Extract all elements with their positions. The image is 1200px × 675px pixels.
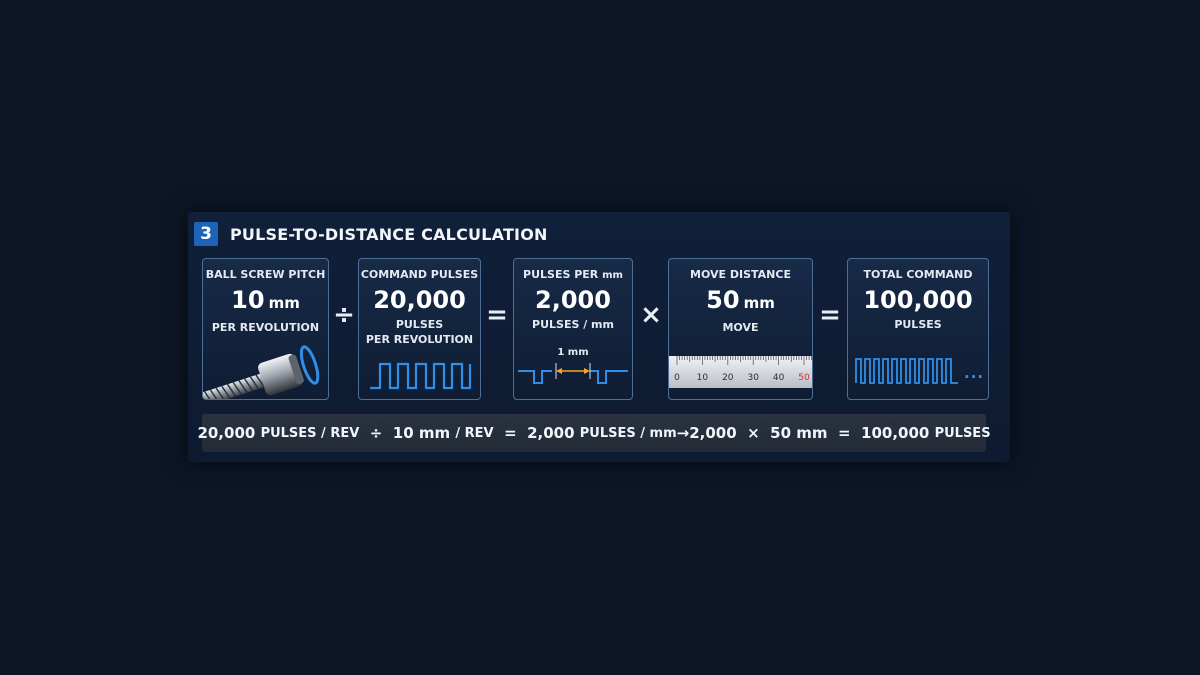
command-pulses-value: 20,000 [373,286,466,314]
formula-d: 2,000 [689,424,737,442]
ppm-label-main: PULSES PER [523,268,599,281]
formula-f: 100,000 [861,424,930,442]
move-distance-card: MOVE DISTANCE 50 mm MOVE 0 10 20 30 40 50 [668,258,813,400]
formula-b: 10 mm [392,424,451,442]
total-command-card: TOTAL COMMAND 100,000 PULSES ... [847,258,989,400]
formula-multiply: × [747,424,760,442]
ball-screw-pitch-label: BALL SCREW PITCH [205,268,326,281]
formula-equals-2: = [837,424,851,442]
formula-arrow: → [676,424,690,442]
ball-screw-pitch-sub: PER REVOLUTION [211,321,320,334]
ruler-label: 30 [747,373,759,383]
pulses-per-mm-card: PULSES PER mm 2,000 PULSES / mm 1 mm [513,258,633,400]
formula-a: 20,000 [197,424,256,442]
calculation-panel: 3 PULSE-TO-DISTANCE CALCULATION BALL SCR… [188,212,1010,462]
formula-divide: ÷ [369,424,383,442]
ruler-label: 0 [674,373,680,383]
pulse-train-icon [370,362,472,390]
total-command-label: TOTAL COMMAND [863,268,973,281]
command-pulses-sub-2: PER REVOLUTION [365,333,474,346]
formula-bar: 20,000 PULSES / REV ÷ 10 mm / REV = 2,00… [197,414,991,452]
move-distance-label: MOVE DISTANCE [690,268,791,281]
ruler-label: 50 [798,373,810,383]
command-pulses-card: COMMAND PULSES 20,000 PULSES PER REVOLUT… [358,258,481,400]
pulse-ellipsis: ... [964,364,985,382]
move-number: 50 [706,286,740,314]
pitch-unit: mm [268,294,300,312]
equals-operator-1: = [486,300,508,330]
ball-screw-icon [203,345,320,399]
ball-screw-pitch-value: 10 mm [203,286,328,317]
ruler-icon: 0 10 20 30 40 50 [669,356,812,388]
move-unit: mm [743,294,775,312]
command-pulses-label: COMMAND PULSES [360,268,479,281]
total-command-sub: PULSES [894,318,942,331]
move-distance-sub: MOVE [722,321,759,334]
equals-operator-2: = [819,300,841,330]
total-command-value: 100,000 [863,286,973,314]
formula-c: 2,000 [527,424,575,442]
command-pulses-sub-1: PULSES [395,318,444,331]
section-title: PULSE-TO-DISTANCE CALCULATION [230,224,548,244]
formula-f-unit: PULSES [934,425,991,441]
ruler-label: 40 [773,373,785,383]
move-distance-value: 50 mm [669,286,812,317]
step-number-badge: 3 [194,222,218,246]
formula-c-unit: PULSES / mm [579,425,677,441]
ppm-label-unit: mm [602,270,623,281]
formula-a-unit: PULSES / REV [260,425,360,441]
formula-equals-1: = [504,424,517,442]
multiply-operator: × [640,300,662,330]
pulse-spacing-icon [518,363,628,384]
formula-e: 50 mm [770,424,828,442]
pulses-per-mm-label: PULSES PER mm [514,268,632,281]
dense-pulse-train-icon [855,358,958,384]
dimension-label: 1 mm [557,347,589,358]
pulses-per-mm-value: 2,000 [535,286,611,314]
divide-operator: ÷ [333,300,355,330]
ball-screw-pitch-card: BALL SCREW PITCH 10 mm PER REVOLUTION [202,258,329,400]
section-header: 3 PULSE-TO-DISTANCE CALCULATION [194,222,548,246]
pulses-per-mm-sub: PULSES / mm [532,318,614,331]
ruler-label: 10 [697,373,709,383]
formula-b-unit: / REV [455,425,494,441]
ruler-label: 20 [722,373,734,383]
pitch-number: 10 [231,286,265,314]
